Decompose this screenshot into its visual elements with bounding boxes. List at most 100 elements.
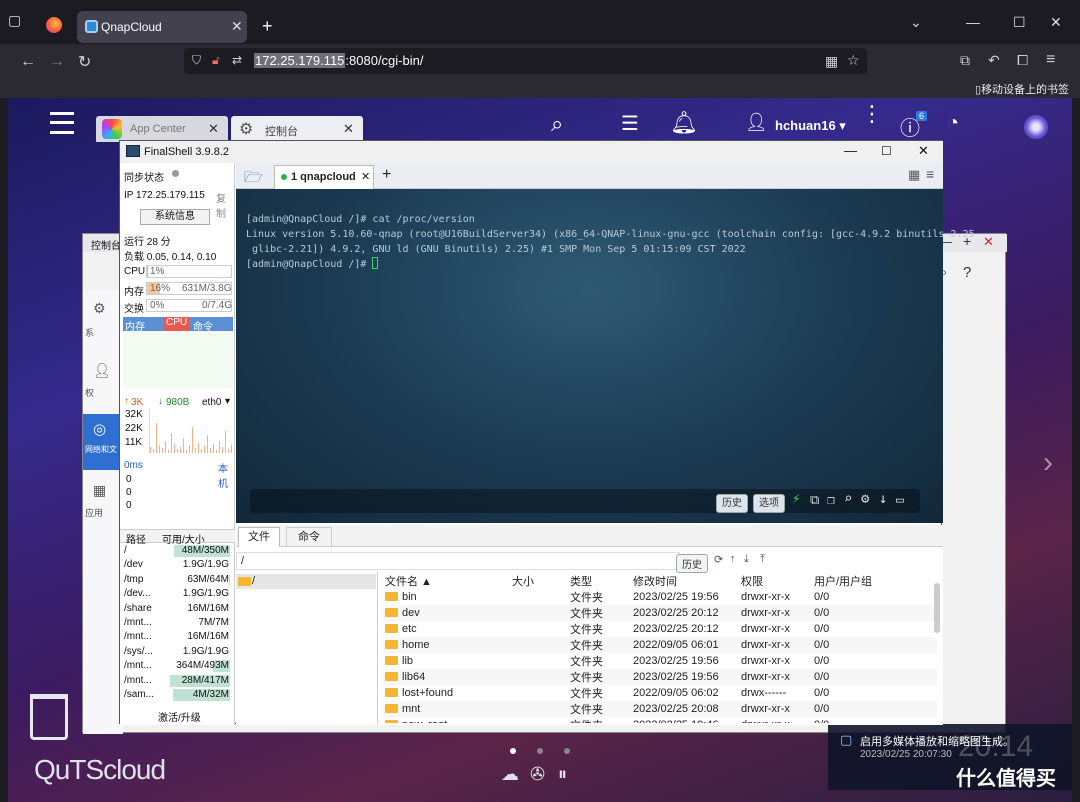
- disk-row[interactable]: /dev 1.9G/1.9G: [120, 558, 235, 572]
- system-info-button[interactable]: 系统信息: [140, 209, 210, 225]
- qnap-profile-icon[interactable]: [1024, 115, 1048, 139]
- disk-row[interactable]: /sam... 4M/32M: [120, 688, 235, 702]
- tracking-shield-icon[interactable]: ⛉: [192, 53, 201, 68]
- recycle-bin-icon[interactable]: [30, 694, 68, 740]
- chevron-down-icon[interactable]: ▾: [225, 396, 230, 407]
- back-icon[interactable]: ←: [20, 53, 36, 71]
- username[interactable]: hchuan16 ▾: [775, 118, 846, 134]
- terminal[interactable]: [admin@QnapCloud /]# cat /proc/version Li…: [236, 189, 974, 523]
- main-menu-icon[interactable]: [50, 112, 74, 134]
- address-bar[interactable]: ⛉ 🔓︎ ⇄ 172.25.179.115:8080/cgi-bin/ ▦ ☆: [184, 48, 867, 74]
- path-history-button[interactable]: 历史: [676, 554, 708, 573]
- find-icon[interactable]: ⌕: [844, 492, 852, 507]
- fs-close-icon[interactable]: ✕: [918, 143, 929, 159]
- file-row[interactable]: lib 文件夹 2023/02/25 19:56 drwxr-xr-x 0/0: [382, 653, 937, 669]
- cp-close-icon[interactable]: ✕: [983, 234, 994, 250]
- disk-row[interactable]: /dev... 1.9G/1.9G: [120, 587, 235, 601]
- file-row[interactable]: mnt 文件夹 2023/02/25 20:08 drwxr-xr-x 0/0: [382, 701, 937, 717]
- file-row[interactable]: lost+found 文件夹 2022/09/05 06:02 drwx------ 0…: [382, 685, 937, 701]
- more-options-icon[interactable]: ⋮: [861, 103, 883, 125]
- notification-bell-icon[interactable]: 🔔︎: [670, 110, 698, 136]
- close-window-icon[interactable]: ✕: [1050, 14, 1062, 31]
- app-center-tab[interactable]: App Center ✕: [96, 116, 228, 142]
- copy-icon[interactable]: ⧉: [810, 493, 819, 508]
- col-type[interactable]: 类型: [567, 573, 630, 589]
- resource-monitor-icon[interactable]: ◔: [947, 112, 959, 135]
- screenshot-icon[interactable]: ⧉: [960, 52, 970, 69]
- user-icon[interactable]: 👤︎: [745, 112, 768, 133]
- cp-apps-icon[interactable]: ▦: [93, 482, 106, 499]
- tab-commands[interactable]: 命令: [286, 527, 332, 547]
- disk-row[interactable]: /mnt... 364M/493M: [120, 659, 235, 673]
- close-app-center-icon[interactable]: ✕: [208, 121, 219, 137]
- menu-icon[interactable]: ≡: [1046, 51, 1055, 69]
- page-dot-3[interactable]: [564, 748, 570, 754]
- session-tab-qnapcloud[interactable]: 1 qnapcloud ✕: [274, 165, 374, 189]
- file-row[interactable]: new_root 文件夹 2023/02/25 19:46 drwxr-xr-x 0/0: [382, 717, 937, 723]
- close-control-panel-icon[interactable]: ✕: [343, 121, 354, 137]
- disk-row[interactable]: /share 16M/16M: [120, 602, 235, 616]
- cp-privilege-icon[interactable]: 👤︎: [93, 362, 111, 379]
- cp-system-icon[interactable]: ⚙: [93, 300, 106, 317]
- browser-tab[interactable]: QnapCloud ✕: [77, 11, 247, 43]
- activate-upgrade-link[interactable]: 激活/升级: [158, 709, 201, 724]
- forward-icon[interactable]: →: [49, 53, 65, 71]
- cp-side-network-active[interactable]: ◎ 网络和文: [83, 414, 123, 470]
- permissions-icon[interactable]: ⇄: [232, 53, 242, 67]
- lightning-icon[interactable]: ⚡︎: [792, 492, 800, 507]
- file-row[interactable]: etc 文件夹 2023/02/25 20:12 drwxr-xr-x 0/0: [382, 621, 937, 637]
- fullscreen-icon[interactable]: ▭: [896, 493, 904, 508]
- disk-row[interactable]: /mnt... 7M/7M: [120, 616, 235, 630]
- disk-row[interactable]: /mnt... 28M/417M: [120, 674, 235, 688]
- file-list-scrollbar[interactable]: [934, 583, 940, 633]
- reload-icon[interactable]: ↻: [78, 52, 91, 72]
- background-tasks-icon[interactable]: ☰: [621, 111, 639, 136]
- file-row[interactable]: home 文件夹 2022/09/05 06:01 drwxr-xr-x 0/0: [382, 637, 937, 653]
- paste-icon[interactable]: ❐: [827, 493, 835, 508]
- add-session-icon[interactable]: +: [382, 166, 391, 184]
- dock-pause-icon[interactable]: ⏸: [558, 764, 567, 785]
- fs-minimize-icon[interactable]: —: [844, 143, 857, 158]
- file-row[interactable]: bin 文件夹 2023/02/25 19:56 drwxr-xr-x 0/0: [382, 589, 937, 605]
- proc-tab-cpu[interactable]: CPU: [163, 317, 191, 331]
- parent-dir-icon[interactable]: ↑: [730, 553, 736, 565]
- session-menu-icon[interactable]: ≡: [926, 166, 934, 182]
- cp-side-system[interactable]: 系: [85, 326, 94, 339]
- disk-row[interactable]: / 48M/350M: [120, 544, 235, 558]
- extensions-icon[interactable]: ⧠: [1017, 52, 1028, 69]
- tree-root-item[interactable]: /: [236, 574, 376, 589]
- fs-maximize-icon[interactable]: ☐: [881, 144, 892, 158]
- options-button[interactable]: 选项: [753, 494, 785, 513]
- disk-row[interactable]: /tmp 63M/64M: [120, 573, 235, 587]
- minimize-icon[interactable]: —: [966, 14, 980, 30]
- file-row[interactable]: dev 文件夹 2023/02/25 20:12 drwxr-xr-x 0/0: [382, 605, 937, 621]
- settings-icon[interactable]: ⚙: [861, 492, 869, 507]
- download-file-icon[interactable]: ⤓: [744, 553, 749, 566]
- col-mtime[interactable]: 修改时间: [630, 573, 738, 589]
- refresh-icon[interactable]: ⟳: [714, 553, 723, 566]
- maximize-icon[interactable]: ☐: [1013, 14, 1026, 31]
- qr-code-icon[interactable]: ▦: [825, 53, 838, 70]
- page-dot-2[interactable]: [537, 748, 543, 754]
- cp-side-privilege[interactable]: 权: [85, 386, 94, 399]
- path-input[interactable]: /: [236, 552, 680, 570]
- search-icon[interactable]: ⌕: [551, 111, 563, 137]
- col-owner[interactable]: 用户/用户组: [811, 573, 937, 589]
- list-all-tabs-icon[interactable]: ⌄: [910, 14, 922, 31]
- next-page-chevron-icon[interactable]: ›: [1043, 446, 1053, 480]
- col-name[interactable]: 文件名 ▲: [382, 573, 509, 589]
- undo-icon[interactable]: ↶: [988, 52, 1000, 69]
- col-perm[interactable]: 权限: [738, 573, 811, 589]
- new-tab-icon[interactable]: +: [262, 16, 273, 37]
- disk-row[interactable]: /mnt... 16M/16M: [120, 630, 235, 644]
- file-row[interactable]: lib64 文件夹 2023/02/25 19:56 drwxr-xr-x 0/0: [382, 669, 937, 685]
- disk-row[interactable]: /sys/... 1.9G/1.9G: [120, 645, 235, 659]
- tab-list-icon[interactable]: ▢: [8, 12, 28, 32]
- page-dot-1[interactable]: [510, 748, 516, 754]
- close-session-icon[interactable]: ✕: [361, 170, 370, 183]
- dock-tools-icon[interactable]: ✇: [530, 764, 545, 785]
- col-size[interactable]: 大小: [509, 573, 567, 589]
- dock-cloud-icon[interactable]: ☁: [501, 764, 519, 785]
- insecure-lock-icon[interactable]: 🔓︎: [212, 53, 220, 68]
- net-interface-select[interactable]: eth0: [202, 397, 221, 408]
